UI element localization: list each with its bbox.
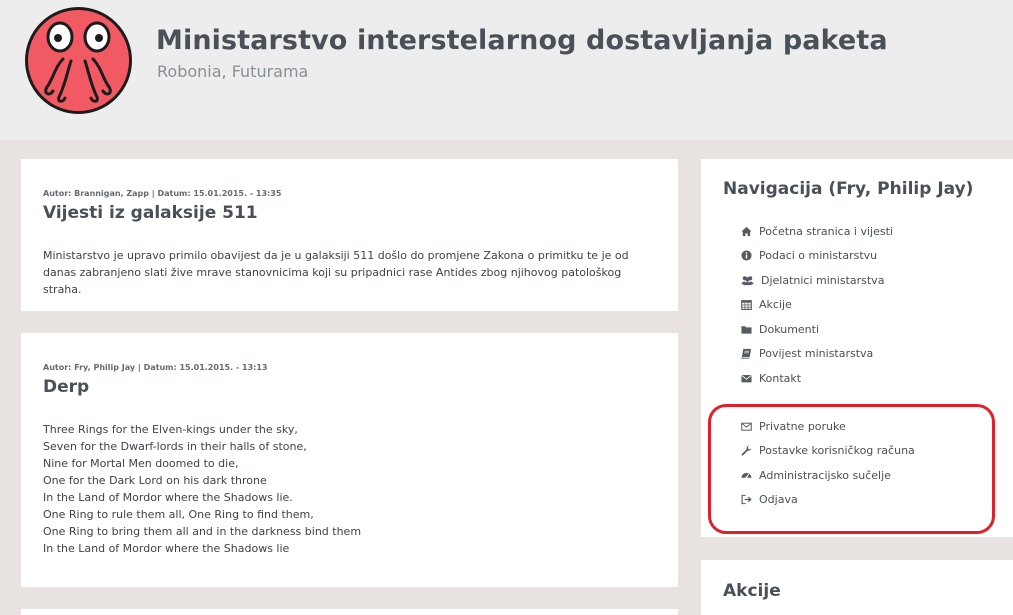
post-meta: Autor: Fry, Philip Jay | Datum: 15.01.20… (43, 363, 268, 372)
nav-item-label: Odjava (759, 493, 798, 506)
nav-item-label: Podaci o ministarstvu (759, 249, 878, 262)
nav-item-contact[interactable]: Kontakt (741, 372, 801, 385)
nav-item-label: Početna stranica i vijesti (759, 225, 893, 238)
news-post (21, 609, 678, 615)
navigation-title: Navigacija (Fry, Philip Jay) (723, 179, 974, 199)
nav-item-documents[interactable]: Dokumenti (741, 323, 819, 336)
poem-line: One Ring to rule them all, One Ring to f… (43, 508, 314, 521)
news-post: Autor: Fry, Philip Jay | Datum: 15.01.20… (21, 333, 678, 587)
poem-line: In the Land of Mordor where the Shadows … (43, 491, 293, 504)
site-header: Ministarstvo interstelarnog dostavljanja… (0, 0, 1013, 140)
poem-line: Seven for the Dwarf-lords in their halls… (43, 440, 307, 453)
nav-item-actions[interactable]: Akcije (741, 298, 792, 311)
wrench-icon (741, 445, 752, 456)
post-body: Ministarstvo je upravo primilo obavijest… (43, 249, 629, 296)
actions-title: Akcije (723, 581, 781, 601)
nav-item-history[interactable]: Povijest ministarstva (741, 347, 873, 360)
info-circle-icon (741, 250, 752, 261)
nav-item-staff[interactable]: Djelatnici ministarstva (741, 274, 884, 287)
nav-item-private-messages[interactable]: Privatne poruke (741, 420, 846, 433)
home-icon (741, 226, 752, 237)
poem-line: Three Rings for the Elven-kings under th… (43, 423, 298, 436)
nav-item-logout[interactable]: Odjava (741, 493, 798, 506)
nav-item-label: Administracijsko sučelje (759, 469, 891, 482)
site-title[interactable]: Ministarstvo interstelarnog dostavljanja… (156, 25, 888, 56)
sidebar-actions: Akcije (701, 560, 1013, 615)
poem-line: In the Land of Mordor where the Shadows … (43, 542, 290, 555)
nav-item-label: Kontakt (759, 372, 802, 385)
folder-icon (741, 324, 752, 335)
users-icon (741, 275, 754, 286)
nav-item-label: Djelatnici ministarstva (761, 274, 885, 287)
nav-item-label: Privatne poruke (759, 420, 846, 433)
poem-line: Nine for Mortal Men doomed to die, (43, 457, 239, 470)
site-subtitle: Robonia, Futurama (157, 62, 309, 81)
envelope-icon (741, 373, 752, 384)
calendar-icon (741, 299, 752, 310)
nav-item-label: Dokumenti (759, 323, 820, 336)
post-body: Three Rings for the Elven-kings under th… (43, 421, 643, 557)
news-post: Autor: Brannigan, Zapp | Datum: 15.01.20… (21, 159, 678, 311)
nav-item-account-settings[interactable]: Postavke korisničkog računa (741, 444, 915, 457)
dashboard-icon (741, 470, 752, 481)
nav-item-label: Povijest ministarstva (759, 347, 874, 360)
sidebar-navigation: Navigacija (Fry, Philip Jay) Početna str… (701, 159, 1013, 537)
sign-out-icon (741, 494, 752, 505)
envelope-outline-icon (741, 421, 752, 432)
post-title[interactable]: Vijesti iz galaksije 511 (43, 203, 258, 223)
poem-line: One Ring to bring them all and in the da… (43, 525, 362, 538)
nav-item-label: Akcije (759, 298, 792, 311)
nav-item-about[interactable]: Podaci o ministarstvu (741, 249, 877, 262)
post-meta: Autor: Brannigan, Zapp | Datum: 15.01.20… (43, 189, 282, 198)
post-title[interactable]: Derp (43, 377, 89, 397)
nav-item-admin-panel[interactable]: Administracijsko sučelje (741, 469, 891, 482)
book-icon (741, 348, 752, 359)
nav-item-label: Postavke korisničkog računa (759, 444, 915, 457)
zoidberg-logo-icon[interactable] (25, 7, 132, 114)
poem-line: One for the Dark Lord on his dark throne (43, 474, 267, 487)
nav-item-home[interactable]: Početna stranica i vijesti (741, 225, 893, 238)
